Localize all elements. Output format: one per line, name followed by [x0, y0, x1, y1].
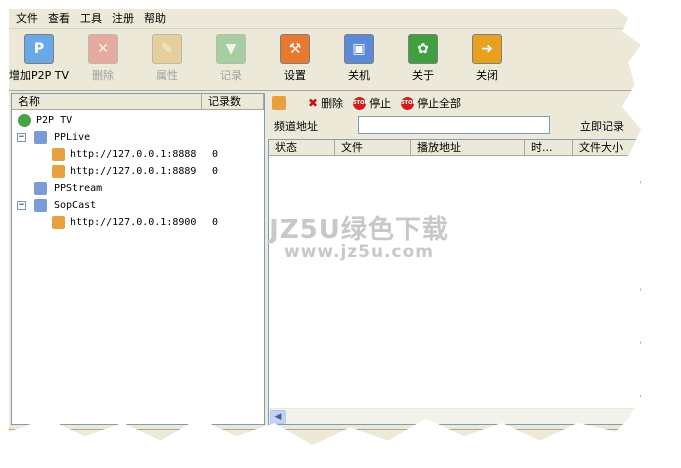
- record-count: 0: [212, 166, 219, 177]
- add-p2p-tv-label: 增加P2P TV: [9, 69, 70, 82]
- record-now-button[interactable]: 立即记录: [580, 118, 624, 134]
- record-label: 记录: [220, 69, 242, 82]
- delete-recording-label: 删除: [321, 97, 344, 110]
- computer-icon: [34, 199, 47, 212]
- menu-tools[interactable]: 工具: [75, 9, 107, 29]
- exit-door-icon: ➜: [472, 34, 502, 64]
- close-button[interactable]: ➜ 关闭: [457, 34, 517, 88]
- stop-all-label: 停止全部: [417, 97, 462, 110]
- stop-all-button[interactable]: STOP 停止全部: [401, 95, 461, 111]
- record-count: 0: [212, 217, 219, 228]
- column-header-status[interactable]: 状态: [269, 140, 335, 156]
- film-reel-icon: ✿: [408, 34, 438, 64]
- stream-antenna-icon: [52, 165, 65, 178]
- computer-icon: ▣: [344, 34, 374, 64]
- stream-antenna-icon: [272, 96, 286, 110]
- tree-root-label: P2P TV: [36, 115, 73, 126]
- shutdown-button[interactable]: ▣ 关机: [329, 34, 389, 88]
- channel-address-label: 频道地址: [274, 120, 318, 133]
- column-header-count[interactable]: 记录数: [202, 94, 264, 110]
- column-header-play-url[interactable]: 播放地址: [411, 140, 525, 156]
- delete-icon: ✕: [88, 34, 118, 64]
- close-label: 关闭: [476, 69, 498, 82]
- recording-list: 状态 文件 播放地址 时... 文件大小 ◀: [268, 139, 641, 425]
- scroll-left-icon[interactable]: ◀: [270, 410, 286, 424]
- properties-icon: ✎: [152, 34, 182, 64]
- stream-antenna-icon: [52, 216, 65, 229]
- stop-button[interactable]: STOP 停止: [353, 95, 391, 111]
- record-icon: ▼: [216, 34, 246, 64]
- tree-leaf-label: http://127.0.0.1:8888: [70, 149, 197, 160]
- settings-button[interactable]: ⚒ 设置: [265, 34, 325, 88]
- tree-leaf-label: http://127.0.0.1:8889: [70, 166, 197, 177]
- watermark-url: www.jz5u.com: [283, 242, 435, 262]
- delete-button[interactable]: ✕ 删除: [73, 34, 133, 88]
- properties-button[interactable]: ✎ 属性: [137, 34, 197, 88]
- stop-label: 停止: [369, 97, 392, 110]
- recording-toolbar: ✖ 删除 STOP 停止 STOP 停止全部: [268, 93, 641, 113]
- delete-recording-button[interactable]: ✖ 删除: [308, 95, 343, 111]
- record-count: 0: [212, 149, 219, 160]
- menu-bar: 文件 查看 工具 注册 帮助: [9, 9, 641, 29]
- column-header-time[interactable]: 时...: [525, 140, 573, 156]
- tree-leaf-8888[interactable]: http://127.0.0.1:8888 0: [12, 146, 264, 163]
- tree-leaf-8889[interactable]: http://127.0.0.1:8889 0: [12, 163, 264, 180]
- settings-label: 设置: [284, 69, 306, 82]
- channel-address-row: 频道地址 立即记录: [268, 116, 641, 136]
- computer-icon: [34, 131, 47, 144]
- menu-view[interactable]: 查看: [43, 9, 75, 29]
- tree-leaf-label: http://127.0.0.1:8900: [70, 217, 197, 228]
- add-p2p-tv-button[interactable]: P 增加P2P TV: [9, 34, 69, 88]
- wrench-icon: ⚒: [280, 34, 310, 64]
- tree-leaf-8900[interactable]: http://127.0.0.1:8900 0: [12, 214, 264, 231]
- tree-node-sopcast[interactable]: − SopCast: [12, 197, 264, 214]
- stream-antenna-icon: [52, 148, 65, 161]
- watermark-title: JZ5U绿色下载: [269, 215, 449, 245]
- shutdown-label: 关机: [348, 69, 370, 82]
- channel-tree-panel: 名称 记录数 P2P TV − PPLive http://127.0.0.1:…: [11, 93, 265, 425]
- antenna-button[interactable]: [268, 96, 298, 110]
- horizontal-scrollbar[interactable]: ◀: [269, 408, 640, 424]
- menu-file[interactable]: 文件: [11, 9, 43, 29]
- toolbar: P 增加P2P TV ✕ 删除 ✎ 属性 ▼ 记录 ⚒ 设置 ▣ 关机 ✿ 关于…: [9, 31, 641, 91]
- app-window: 文件 查看 工具 注册 帮助 P 增加P2P TV ✕ 删除 ✎ 属性 ▼ 记录…: [9, 9, 641, 446]
- stop-icon: STOP: [401, 96, 416, 110]
- tree-node-label: PPLive: [54, 132, 91, 143]
- collapse-toggle[interactable]: −: [17, 201, 26, 210]
- record-button[interactable]: ▼ 记录: [201, 34, 261, 88]
- channel-address-input[interactable]: [358, 116, 550, 134]
- film-reel-icon: [18, 114, 31, 127]
- menu-register[interactable]: 注册: [107, 9, 139, 29]
- status-text: ords: [239, 435, 261, 446]
- column-header-file-size[interactable]: 文件大小: [573, 140, 641, 156]
- status-bar: ords: [9, 429, 641, 446]
- about-button[interactable]: ✿ 关于: [393, 34, 453, 88]
- column-header-name[interactable]: 名称: [12, 94, 202, 110]
- properties-label: 属性: [156, 69, 178, 82]
- delete-label: 删除: [92, 69, 114, 82]
- tree-node-ppstream[interactable]: PPStream: [12, 180, 264, 197]
- stop-icon: STOP: [353, 96, 368, 110]
- column-header-file[interactable]: 文件: [335, 140, 411, 156]
- computer-icon: [34, 182, 47, 195]
- add-channel-icon: P: [24, 34, 54, 64]
- tree-node-label: PPStream: [54, 183, 103, 194]
- tree-node-label: SopCast: [54, 200, 97, 211]
- collapse-toggle[interactable]: −: [17, 133, 26, 142]
- tree-root[interactable]: P2P TV: [12, 112, 264, 129]
- delete-icon: ✖: [308, 96, 319, 110]
- menu-help[interactable]: 帮助: [139, 9, 171, 29]
- tree-node-pplive[interactable]: − PPLive: [12, 129, 264, 146]
- about-label: 关于: [412, 69, 434, 82]
